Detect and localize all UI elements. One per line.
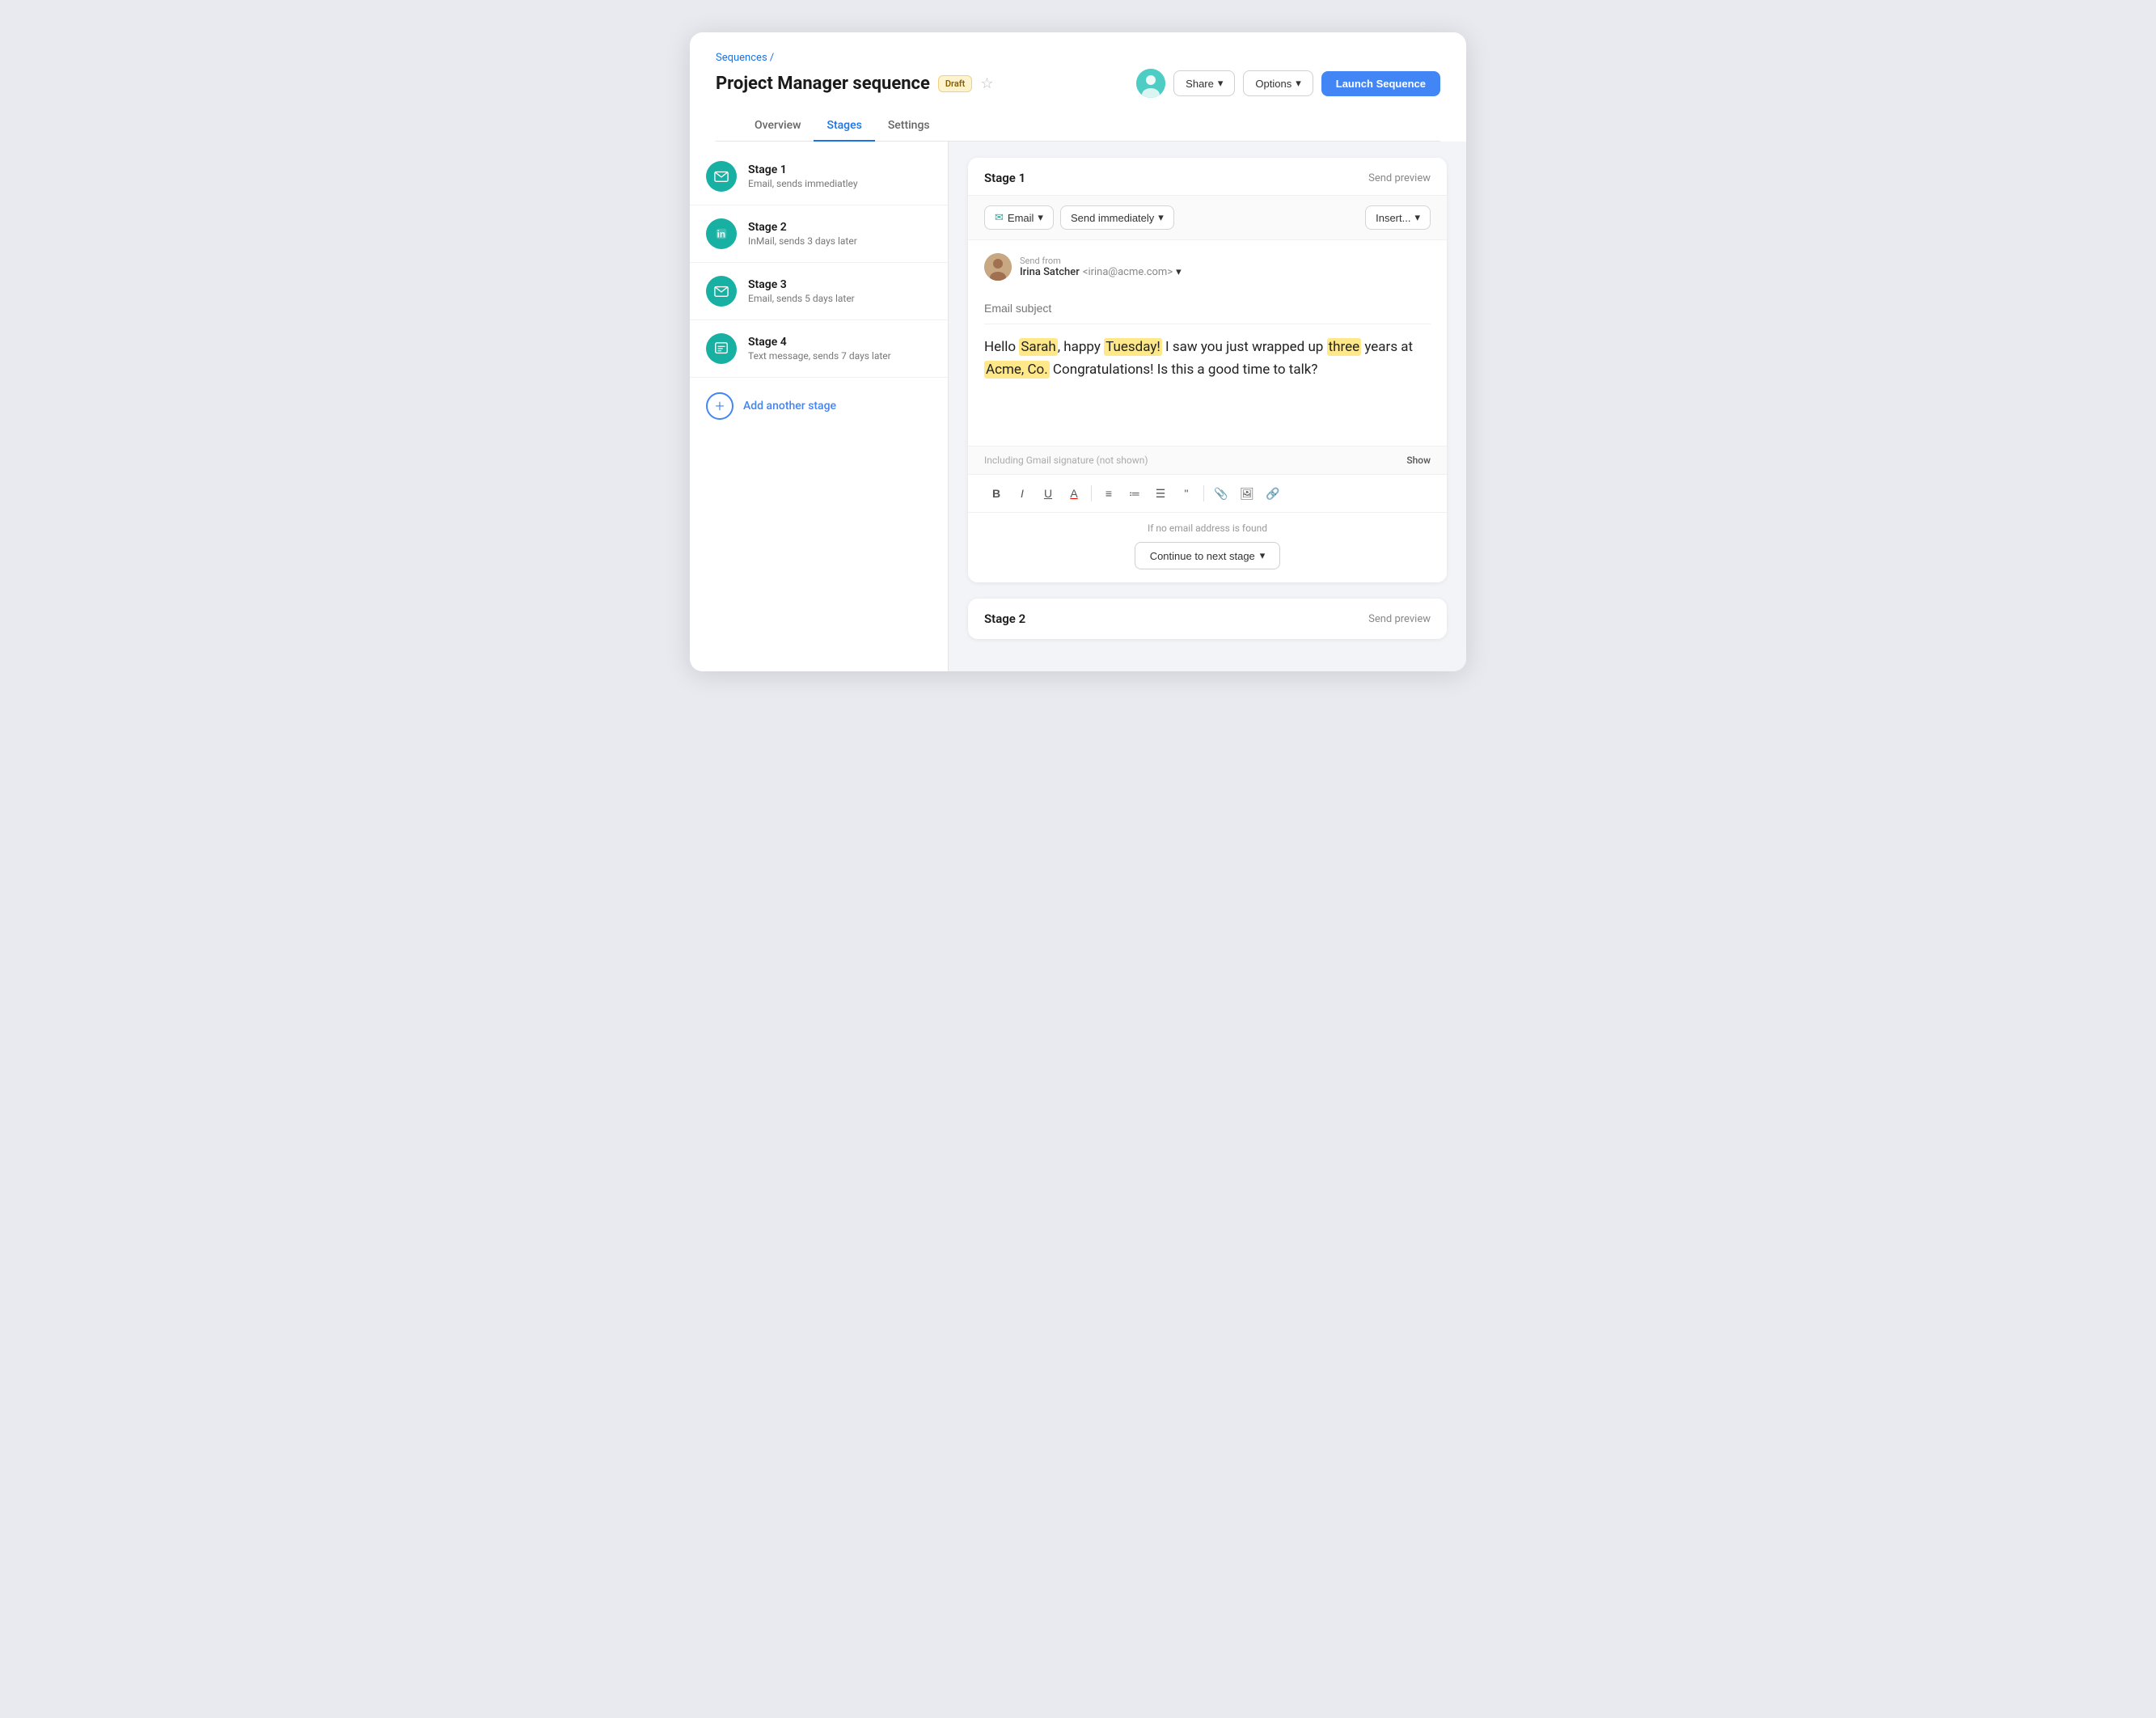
- breadcrumb-link[interactable]: Sequences /: [716, 52, 774, 64]
- tabs: Overview Stages Settings: [716, 111, 1440, 142]
- star-icon[interactable]: ☆: [980, 75, 993, 92]
- insert-button[interactable]: Insert... ▾: [1365, 205, 1431, 230]
- send-from-row: Send from Irina Satcher <irina@acme.com>…: [984, 253, 1431, 281]
- no-email-text: If no email address is found: [1148, 523, 1267, 534]
- color-button[interactable]: A: [1062, 481, 1086, 506]
- main-card: Sequences / Project Manager sequence Dra…: [690, 32, 1466, 671]
- chevron-down-icon: ▾: [1218, 77, 1224, 90]
- signature-label: Including Gmail signature (not shown): [984, 455, 1148, 466]
- stage4-desc: Text message, sends 7 days later: [748, 350, 891, 362]
- email-icon-stage3: [706, 276, 737, 307]
- text-icon-stage4: [706, 333, 737, 364]
- chevron-down-icon[interactable]: ▾: [1176, 266, 1182, 278]
- italic-button[interactable]: I: [1010, 481, 1034, 506]
- signature-bar: Including Gmail signature (not shown) Sh…: [968, 446, 1447, 474]
- sidebar-item-stage3[interactable]: Stage 3 Email, sends 5 days later: [690, 263, 948, 320]
- stage1-name: Stage 1: [748, 163, 858, 176]
- stage3-name: Stage 3: [748, 278, 855, 291]
- chevron-down-icon: ▾: [1038, 211, 1043, 224]
- send-from-label: Send from: [1020, 256, 1182, 266]
- email-body[interactable]: Hello Sarah, happy Tuesday! I saw you ju…: [984, 336, 1431, 433]
- sidebar-item-stage1[interactable]: Stage 1 Email, sends immediatley: [690, 148, 948, 205]
- title-left: Project Manager sequence Draft ☆: [716, 74, 993, 94]
- sidebar: Stage 1 Email, sends immediatley in Stag…: [690, 142, 949, 671]
- separator2: [1203, 485, 1204, 501]
- sidebar-item-stage2[interactable]: in Stage 2 InMail, sends 3 days later: [690, 205, 948, 263]
- title-right: Share ▾ Options ▾ Launch Sequence: [1136, 69, 1440, 98]
- email-type-button[interactable]: ✉ Email ▾: [984, 205, 1054, 230]
- show-signature-link[interactable]: Show: [1406, 455, 1431, 466]
- send-from-info: Send from Irina Satcher <irina@acme.com>…: [1020, 256, 1182, 278]
- sender-name: Irina Satcher <irina@acme.com> ▾: [1020, 266, 1182, 278]
- header: Sequences / Project Manager sequence Dra…: [690, 32, 1466, 142]
- chevron-down-icon: ▾: [1296, 77, 1301, 90]
- unordered-list-button[interactable]: ☰: [1148, 481, 1173, 506]
- linkedin-icon-stage2: in: [706, 218, 737, 249]
- stage1-card: Stage 1 Send preview ✉ Email ▾ Send imme…: [968, 158, 1447, 582]
- email-icon-stage1: [706, 161, 737, 192]
- highlight-three: three: [1327, 338, 1362, 356]
- stage2-card-title: Stage 2: [984, 611, 1025, 626]
- format-toolbar: B I U A ≡ ≔ ☰ " 📎 🖼 🔗: [968, 474, 1447, 512]
- title-row: Project Manager sequence Draft ☆ Share ▾: [716, 69, 1440, 98]
- svg-text:in: in: [717, 230, 725, 240]
- attachment-button[interactable]: 📎: [1209, 481, 1233, 506]
- stage1-desc: Email, sends immediatley: [748, 178, 858, 189]
- avatar: [1136, 69, 1165, 98]
- chevron-down-icon: ▾: [1260, 549, 1266, 562]
- plus-icon: +: [706, 392, 733, 420]
- link-button[interactable]: 🔗: [1261, 481, 1285, 506]
- align-button[interactable]: ≡: [1097, 481, 1121, 506]
- stage1-card-title: Stage 1: [984, 171, 1025, 185]
- email-form: Send from Irina Satcher <irina@acme.com>…: [968, 240, 1447, 446]
- email-subject-row: [984, 292, 1431, 324]
- email-subject-input[interactable]: [984, 302, 1431, 315]
- stage2-name: Stage 2: [748, 221, 857, 234]
- send-timing-button[interactable]: Send immediately ▾: [1060, 205, 1174, 230]
- email-icon-small: ✉: [995, 211, 1004, 224]
- chevron-down-icon: ▾: [1158, 211, 1164, 224]
- add-another-stage-button[interactable]: + Add another stage: [690, 378, 948, 434]
- tab-stages[interactable]: Stages: [814, 111, 874, 142]
- chevron-down-icon: ▾: [1414, 211, 1420, 224]
- stage2-send-preview[interactable]: Send preview: [1368, 613, 1431, 625]
- stage2-desc: InMail, sends 3 days later: [748, 235, 857, 247]
- send-preview-link[interactable]: Send preview: [1368, 172, 1431, 184]
- stage1-toolbar: ✉ Email ▾ Send immediately ▾ Insert... ▾: [968, 196, 1447, 240]
- continue-to-next-stage-button[interactable]: Continue to next stage ▾: [1135, 542, 1281, 569]
- stage2-card-header: Stage 2 Send preview: [968, 599, 1447, 639]
- sender-avatar: [984, 253, 1012, 281]
- draft-badge: Draft: [938, 75, 972, 92]
- highlight-sarah: Sarah: [1019, 338, 1057, 356]
- tab-overview[interactable]: Overview: [742, 111, 814, 142]
- underline-button[interactable]: U: [1036, 481, 1060, 506]
- options-button[interactable]: Options ▾: [1243, 70, 1313, 96]
- body-layout: Stage 1 Email, sends immediatley in Stag…: [690, 142, 1466, 671]
- bold-button[interactable]: B: [984, 481, 1008, 506]
- ordered-list-button[interactable]: ≔: [1122, 481, 1147, 506]
- share-button[interactable]: Share ▾: [1173, 70, 1235, 96]
- stage2-card: Stage 2 Send preview: [968, 599, 1447, 639]
- add-stage-label: Add another stage: [743, 400, 836, 413]
- tab-settings[interactable]: Settings: [875, 111, 943, 142]
- stage1-card-header: Stage 1 Send preview: [968, 158, 1447, 196]
- no-email-bar: If no email address is found Continue to…: [968, 512, 1447, 582]
- highlight-acme: Acme, Co.: [984, 361, 1050, 379]
- stage4-name: Stage 4: [748, 336, 891, 349]
- page-title: Project Manager sequence: [716, 74, 930, 94]
- separator: [1091, 485, 1092, 501]
- stage3-desc: Email, sends 5 days later: [748, 293, 855, 304]
- content-area: Stage 1 Send preview ✉ Email ▾ Send imme…: [949, 142, 1466, 671]
- quote-button[interactable]: ": [1174, 481, 1198, 506]
- breadcrumb: Sequences /: [716, 52, 1440, 64]
- sidebar-item-stage4[interactable]: Stage 4 Text message, sends 7 days later: [690, 320, 948, 378]
- image-button[interactable]: 🖼: [1235, 481, 1259, 506]
- launch-sequence-button[interactable]: Launch Sequence: [1321, 71, 1440, 96]
- highlight-tuesday: Tuesday!: [1104, 338, 1162, 356]
